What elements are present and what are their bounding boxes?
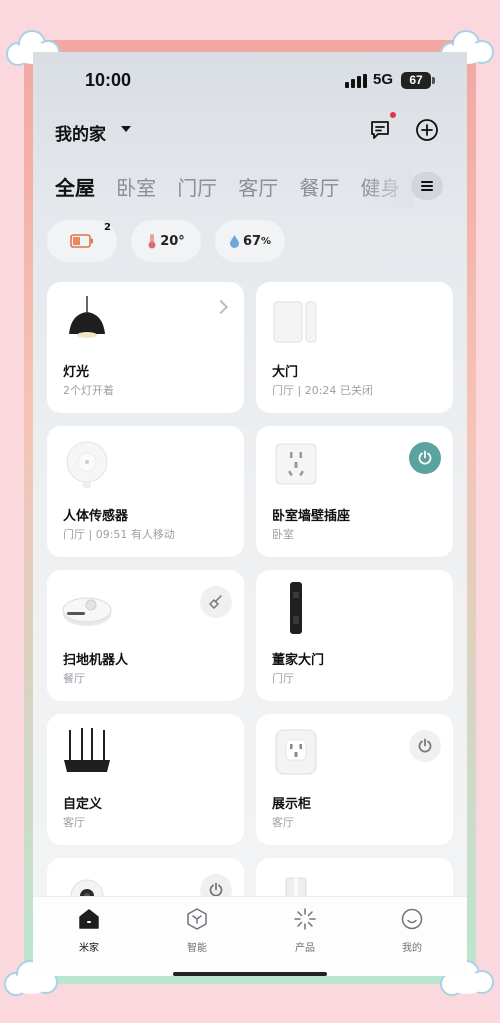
- plug-icon: [275, 729, 317, 775]
- device-card-bedroom-socket[interactable]: 卧室墙壁插座 卧室: [256, 426, 453, 557]
- device-name: 自定义: [63, 797, 103, 812]
- message-icon[interactable]: [368, 118, 392, 142]
- tab-bedroom[interactable]: 卧室: [116, 172, 156, 201]
- nav-products[interactable]: 产品: [275, 907, 335, 954]
- temperature-value: 20°: [160, 233, 185, 249]
- tabs-fade: [363, 168, 413, 208]
- smart-lock-icon: [290, 582, 302, 634]
- nav-profile[interactable]: 我的: [382, 907, 442, 954]
- home-selector[interactable]: 我的家: [55, 120, 106, 145]
- robot-vacuum-icon: [62, 597, 112, 626]
- wall-socket-icon: [275, 443, 317, 485]
- nav-label: 智能: [187, 943, 207, 954]
- humidity-value: 67: [242, 233, 262, 249]
- temperature-chip[interactable]: 20°: [131, 220, 201, 262]
- product-sparkle-icon: [294, 908, 316, 930]
- nav-smart[interactable]: 智能: [167, 907, 227, 954]
- battery-nub: [432, 77, 435, 84]
- power-icon: [418, 738, 432, 753]
- chevron-right-icon[interactable]: [213, 299, 229, 315]
- tab-living-room[interactable]: 客厅: [238, 172, 278, 201]
- device-name: 董家大门: [272, 653, 325, 668]
- bottom-navigation: 米家 智能 产品 我的: [33, 896, 467, 976]
- notification-dot: [390, 112, 396, 118]
- device-card-motion-sensor[interactable]: 人体传感器 门厅 | 09:51 有人移动: [47, 426, 244, 557]
- device-name: 展示柜: [272, 797, 312, 812]
- humidity-unit: %: [261, 235, 272, 247]
- tab-all[interactable]: 全屋: [55, 172, 95, 201]
- device-status: 客厅: [272, 816, 294, 829]
- tab-dining-room[interactable]: 餐厅: [299, 172, 339, 201]
- device-name: 扫地机器人: [63, 653, 129, 668]
- device-name: 人体传感器: [63, 509, 129, 524]
- tab-entrance[interactable]: 门厅: [177, 172, 217, 201]
- power-button[interactable]: [409, 730, 441, 762]
- device-status: 客厅: [63, 816, 85, 829]
- battery-icon: 67: [401, 72, 431, 89]
- device-status: 门厅: [272, 672, 294, 685]
- device-card-dong-door[interactable]: 董家大门 门厅: [256, 570, 453, 701]
- router-icon: [64, 728, 110, 772]
- device-card-robot-vacuum[interactable]: 扫地机器人 餐厅: [47, 570, 244, 701]
- door-sensor-icon: [273, 301, 317, 343]
- device-name: 灯光: [63, 365, 90, 380]
- tab-menu-button[interactable]: [411, 172, 443, 200]
- pendant-lamp-icon: [69, 296, 105, 338]
- status-bar: 10:00 5G 67: [33, 66, 467, 96]
- device-name: 卧室墙壁插座: [272, 509, 351, 524]
- humidity-chip[interactable]: 67%: [215, 220, 285, 262]
- menu-icon: [421, 181, 433, 191]
- motion-sensor-icon: [66, 441, 108, 488]
- home-icon: [79, 909, 99, 929]
- sweep-button[interactable]: [200, 586, 232, 618]
- add-icon[interactable]: [415, 118, 439, 142]
- water-drop-icon: [229, 235, 239, 248]
- device-status: 2个灯开着: [63, 384, 114, 397]
- device-status: 卧室: [272, 528, 294, 541]
- smart-cube-icon: [187, 908, 207, 930]
- device-card-display-cabinet[interactable]: 展示柜 客厅: [256, 714, 453, 845]
- device-card-main-door[interactable]: 大门 门厅 | 20:24 已关闭: [256, 282, 453, 413]
- power-icon: [418, 450, 432, 465]
- nav-label: 我的: [402, 943, 422, 954]
- device-card-lights[interactable]: 灯光 2个灯开着: [47, 282, 244, 413]
- nav-label: 产品: [295, 943, 315, 954]
- phone-screen: 10:00 5G 67 我的家 全屋 卧室 门厅 客厅 餐厅 健身: [33, 52, 467, 976]
- device-card-custom[interactable]: 自定义 客厅: [47, 714, 244, 845]
- nav-label: 米家: [79, 943, 99, 954]
- device-status: 餐厅: [63, 672, 85, 685]
- signal-icon: [345, 74, 367, 88]
- device-status: 门厅 | 09:51 有人移动: [63, 528, 175, 541]
- network-type: 5G: [373, 71, 394, 88]
- low-battery-icon: [70, 234, 93, 248]
- device-name: 大门: [272, 365, 299, 380]
- thermometer-icon: [148, 234, 156, 249]
- home-indicator: [173, 972, 327, 976]
- chevron-down-icon[interactable]: [121, 126, 131, 132]
- battery-alert-count: 2: [104, 222, 111, 233]
- status-time: 10:00: [85, 70, 132, 90]
- device-status: 门厅 | 20:24 已关闭: [272, 384, 373, 397]
- room-tabs: 全屋 卧室 门厅 客厅 餐厅 健身: [55, 172, 415, 206]
- nav-mijia[interactable]: 米家: [59, 907, 119, 954]
- broom-icon: [209, 595, 222, 609]
- profile-icon: [401, 908, 423, 930]
- power-button[interactable]: [409, 442, 441, 474]
